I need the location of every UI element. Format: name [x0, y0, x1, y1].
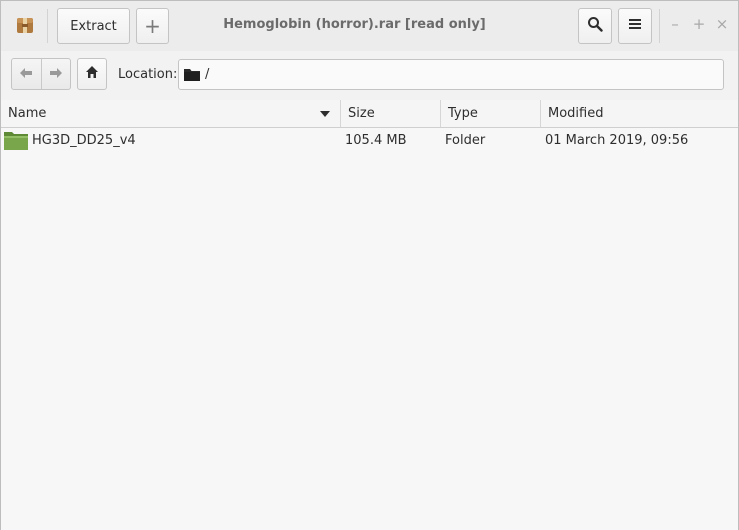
location-path: /	[205, 67, 210, 82]
location-entry[interactable]: /	[178, 59, 724, 90]
column-header: Name Size Type Modified	[1, 100, 738, 128]
archive-manager-icon	[16, 16, 34, 34]
forward-button[interactable]	[40, 59, 71, 89]
file-list: HG3D_DD25_v4 105.4 MB Folder 01 March 20…	[1, 128, 738, 530]
add-files-button[interactable]: +	[136, 8, 169, 44]
location-toolbar: Location: /	[1, 51, 738, 101]
column-size[interactable]: Size	[341, 100, 441, 127]
header-bar: Extract + Hemoglobin (horror).rar [read …	[1, 1, 738, 52]
home-icon	[85, 65, 99, 83]
arrow-right-icon	[49, 66, 62, 82]
folder-icon	[183, 66, 201, 86]
column-type[interactable]: Type	[441, 100, 541, 127]
arrow-left-icon	[20, 66, 33, 82]
file-type: Folder	[445, 133, 486, 148]
search-icon	[587, 16, 603, 36]
table-row[interactable]: HG3D_DD25_v4 105.4 MB Folder 01 March 20…	[1, 128, 738, 154]
archive-manager-window: Extract + Hemoglobin (horror).rar [read …	[0, 0, 739, 530]
folder-icon	[4, 130, 28, 154]
column-modified[interactable]: Modified	[541, 100, 738, 127]
header-separator	[47, 9, 48, 43]
header-separator	[659, 9, 660, 43]
home-button[interactable]	[77, 58, 107, 90]
search-button[interactable]	[578, 8, 612, 44]
column-name-label: Name	[8, 106, 47, 121]
window-title: Hemoglobin (horror).rar [read only]	[223, 17, 486, 32]
extract-button[interactable]: Extract	[57, 8, 130, 44]
column-modified-label: Modified	[548, 106, 604, 121]
column-name[interactable]: Name	[1, 100, 341, 127]
close-button[interactable]: ×	[715, 15, 729, 33]
hamburger-menu-icon	[628, 17, 642, 35]
location-label: Location:	[118, 67, 178, 82]
column-type-label: Type	[448, 106, 478, 121]
column-size-label: Size	[348, 106, 375, 121]
main-menu-button[interactable]	[618, 8, 652, 44]
navigation-buttons	[11, 58, 71, 90]
file-size: 105.4 MB	[345, 133, 407, 148]
file-name: HG3D_DD25_v4	[32, 133, 136, 148]
file-modified: 01 March 2019, 09:56	[545, 133, 689, 148]
minimize-button[interactable]: –	[668, 15, 682, 33]
back-button[interactable]	[12, 59, 41, 89]
maximize-button[interactable]: +	[692, 15, 706, 33]
sort-descending-icon	[320, 111, 330, 117]
